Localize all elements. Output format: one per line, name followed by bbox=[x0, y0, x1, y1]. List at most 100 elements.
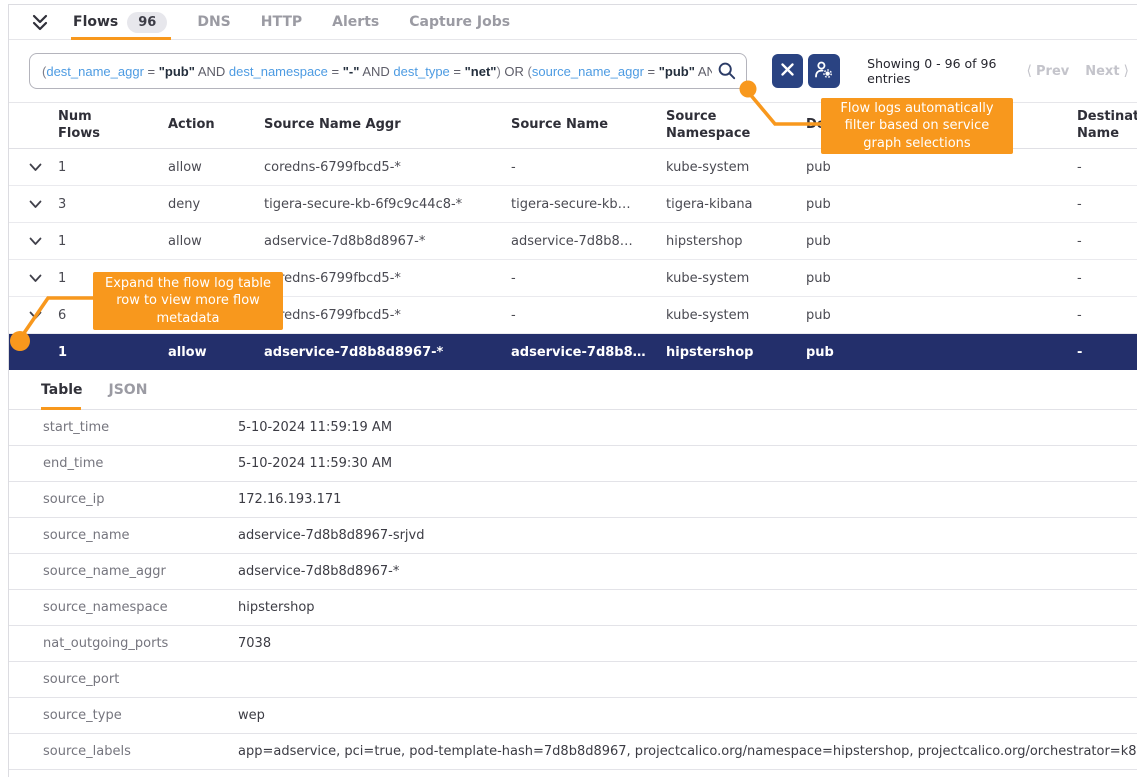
collapse-panel-icon[interactable] bbox=[29, 5, 51, 39]
cell-source-namespace: kube-system bbox=[666, 160, 806, 175]
detail-field-row: source_name_aggradservice-7d8b8d8967-* bbox=[9, 554, 1137, 590]
cell-dest-name-aggr: pub bbox=[806, 308, 1077, 323]
query-token: dest_type bbox=[393, 64, 449, 79]
cell-dest-name-aggr: pub bbox=[806, 271, 1077, 286]
column-header-source-name-aggr: Source Name Aggr bbox=[264, 117, 511, 133]
tab-alerts[interactable]: Alerts bbox=[332, 5, 379, 39]
flow-table-body: 1allowcoredns-6799fbcd5-*-kube-systempub… bbox=[9, 149, 1137, 370]
cell-source-name-aggr: tigera-secure-kb-6f9c9c44c8-* bbox=[264, 197, 511, 212]
chevron-right-icon: ⟩ bbox=[1124, 63, 1129, 79]
cell-source-name: tigera-secure-kb… bbox=[511, 197, 666, 212]
expand-row-icon[interactable] bbox=[29, 237, 58, 246]
prev-button[interactable]: ⟨ Prev bbox=[1027, 63, 1070, 79]
tooltip-filter-callout: Flow logs automatically filter based on … bbox=[821, 98, 1013, 154]
flow-row[interactable]: 1allowcoredns-6799fbcd5-*-kube-systempub… bbox=[9, 149, 1137, 186]
tab-label: Capture Jobs bbox=[409, 14, 510, 30]
query-token: = bbox=[648, 64, 656, 79]
tab-flows[interactable]: Flows 96 bbox=[73, 5, 167, 39]
field-value: app=adservice, pci=true, pod-template-ha… bbox=[238, 744, 1137, 759]
query-token: = bbox=[332, 64, 340, 79]
expand-row-icon[interactable] bbox=[29, 274, 58, 283]
query-token: "net" bbox=[465, 64, 497, 79]
flow-row[interactable]: 1allowadservice-7d8b8d8967-*adservice-7d… bbox=[9, 223, 1137, 260]
query-token: ) bbox=[496, 64, 500, 79]
query-token: dest_namespace bbox=[229, 64, 328, 79]
expand-row-icon[interactable] bbox=[29, 200, 58, 209]
filter-query-input[interactable]: (dest_name_aggr = "pub" AND dest_namespa… bbox=[29, 53, 747, 89]
detail-field-row: source_labelsapp=adservice, pci=true, po… bbox=[9, 734, 1137, 770]
column-header-action: Action bbox=[168, 117, 264, 133]
detail-field-row: source_nameadservice-7d8b8d8967-srjvd bbox=[9, 518, 1137, 554]
tab-label: Flows bbox=[73, 14, 118, 30]
flow-detail-fields: start_time5-10-2024 11:59:19 AMend_time5… bbox=[9, 410, 1137, 777]
close-icon bbox=[781, 63, 794, 79]
cell-source-name: adservice-7d8b8… bbox=[511, 345, 666, 360]
cell-source-name: - bbox=[511, 271, 666, 286]
cell-action: allow bbox=[168, 160, 264, 175]
detail-tab-json[interactable]: JSON bbox=[109, 370, 148, 409]
tab-dns[interactable]: DNS bbox=[197, 5, 230, 39]
next-button[interactable]: Next ⟩ bbox=[1085, 63, 1129, 79]
cell-dest-name-aggr: pub bbox=[806, 345, 1077, 360]
cell-source-namespace: kube-system bbox=[666, 271, 806, 286]
cell-action: allow bbox=[168, 345, 264, 360]
column-header-source-name: Source Name bbox=[511, 117, 666, 133]
field-value: adservice-7d8b8d8967-srjvd bbox=[238, 528, 1137, 543]
cell-destination-name: - bbox=[1077, 197, 1137, 212]
next-label: Next bbox=[1085, 64, 1119, 79]
cell-source-namespace: kube-system bbox=[666, 308, 806, 323]
cell-destination-name: - bbox=[1077, 345, 1137, 360]
field-value: hipstershop bbox=[238, 600, 1137, 615]
column-header-label: Source Name bbox=[511, 117, 608, 133]
clear-filter-button[interactable] bbox=[772, 54, 803, 88]
pagination: ⟨ Prev Next ⟩ bbox=[1027, 63, 1137, 79]
tooltip-expand-callout: Expand the flow log table row to view mo… bbox=[93, 272, 283, 330]
filter-bar: (dest_name_aggr = "pub" AND dest_namespa… bbox=[9, 40, 1137, 102]
flow-row-selected[interactable]: 1allowadservice-7d8b8d8967-*adservice-7d… bbox=[9, 334, 1137, 370]
detail-tab-label: Table bbox=[41, 382, 83, 398]
search-icon[interactable] bbox=[717, 61, 737, 85]
user-gear-icon bbox=[814, 60, 833, 82]
detail-field-row: source_ip172.16.193.171 bbox=[9, 482, 1137, 518]
cell-num-flows: 1 bbox=[58, 160, 168, 175]
expand-row-icon[interactable] bbox=[29, 163, 58, 172]
field-key: source_name_aggr bbox=[43, 564, 238, 579]
cell-destination-name: - bbox=[1077, 234, 1137, 249]
flow-detail-tabs: Table JSON bbox=[9, 370, 1137, 410]
cell-source-namespace: hipstershop bbox=[666, 234, 806, 249]
field-value: 5-10-2024 11:59:19 AM bbox=[238, 420, 1137, 435]
field-value: 172.16.193.171 bbox=[238, 492, 1137, 507]
detail-field-row: source_port bbox=[9, 662, 1137, 698]
query-token: OR bbox=[504, 64, 524, 79]
query-token: = bbox=[453, 64, 461, 79]
cell-source-name: - bbox=[511, 308, 666, 323]
chevron-left-icon: ⟨ bbox=[1027, 63, 1032, 79]
tab-count-badge: 96 bbox=[127, 12, 167, 33]
cell-source-name-aggr: adservice-7d8b8d8967-* bbox=[264, 345, 511, 360]
detail-tab-table[interactable]: Table bbox=[41, 370, 83, 409]
field-key: source_port bbox=[43, 672, 238, 687]
cell-destination-name: - bbox=[1077, 160, 1137, 175]
tab-capture-jobs[interactable]: Capture Jobs bbox=[409, 5, 510, 39]
field-value: wep bbox=[238, 708, 1137, 723]
expand-row-icon[interactable] bbox=[29, 311, 58, 320]
query-token: "pub" bbox=[659, 64, 695, 79]
query-token: = bbox=[148, 64, 156, 79]
column-header-label: Source Namespace bbox=[666, 109, 756, 142]
query-token: AND bbox=[362, 64, 389, 79]
tab-http[interactable]: HTTP bbox=[261, 5, 302, 39]
detail-field-row: source_namespacehipstershop bbox=[9, 590, 1137, 626]
detail-tab-label: JSON bbox=[109, 382, 148, 398]
cell-source-name: - bbox=[511, 160, 666, 175]
column-header-label: Destination Name bbox=[1077, 109, 1137, 142]
query-token: "pub" bbox=[159, 64, 195, 79]
cell-source-name-aggr: coredns-6799fbcd5-* bbox=[264, 160, 511, 175]
flow-row[interactable]: 3denytigera-secure-kb-6f9c9c44c8-*tigera… bbox=[9, 186, 1137, 223]
column-header-source-namespace: Source Namespace bbox=[666, 109, 806, 142]
log-type-tabbar: Flows 96 DNS HTTP Alerts Capture Jobs bbox=[9, 5, 1137, 40]
column-customization-button[interactable] bbox=[808, 54, 840, 88]
cell-destination-name: - bbox=[1077, 308, 1137, 323]
cell-destination-name: - bbox=[1077, 271, 1137, 286]
cell-source-namespace: hipstershop bbox=[666, 345, 806, 360]
entries-summary: Showing 0 - 96 of 96 entries bbox=[867, 56, 1026, 86]
